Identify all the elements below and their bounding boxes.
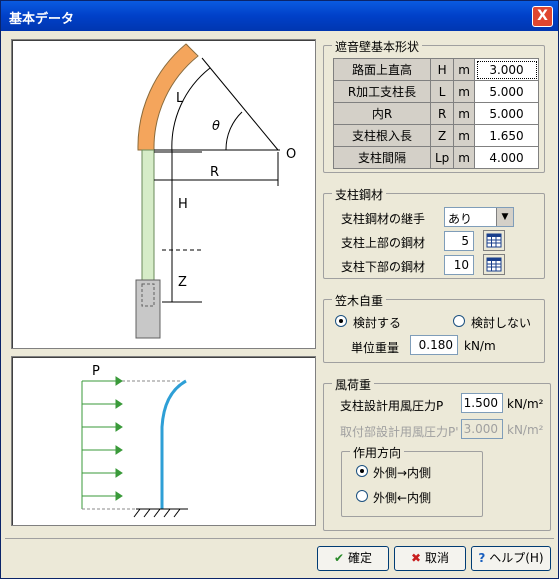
label-R: R [210, 165, 219, 180]
row-label: 支柱間隔 [333, 146, 431, 169]
steel-group-legend: 支柱鋼材 [332, 186, 387, 203]
wind-pressure-label: 支柱設計用風圧力P [340, 399, 444, 413]
post-profile [160, 379, 187, 509]
row-unit: m [453, 102, 475, 125]
radius-line-top [201, 57, 279, 151]
row-label: 内R [333, 102, 431, 125]
joint-select-value: あり [448, 212, 473, 226]
attach-pressure-input: 3.000 [461, 419, 503, 439]
row-label: 路面上直高 [333, 58, 431, 81]
unit-weight-unit: kN/m [464, 339, 496, 353]
direction-out-in-label[interactable]: 外側→内側 [373, 464, 431, 481]
direction-in-out-label[interactable]: 外側←内側 [373, 489, 431, 506]
row-unit: m [453, 124, 475, 147]
direction-in-out-radio[interactable] [356, 490, 368, 502]
title-bar: 基本データ X [1, 1, 558, 31]
spacing-value-cell[interactable]: 4.000 [474, 146, 539, 169]
length-arc [171, 67, 211, 153]
close-button[interactable]: X [532, 6, 553, 27]
label-L: L [176, 91, 184, 106]
lower-steel-input[interactable]: 10 [444, 255, 474, 275]
footing-base [135, 279, 161, 339]
table-icon [486, 233, 502, 248]
lower-steel-label: 支柱下部の鋼材 [341, 260, 426, 274]
direction-group-legend: 作用方向 [350, 444, 405, 461]
help-button-label: ヘルプ(H) [489, 551, 544, 565]
wind-group-legend: 風荷重 [332, 376, 375, 393]
wind-diagram-panel: P [11, 356, 316, 526]
upper-steel-label: 支柱上部の鋼材 [341, 236, 426, 250]
inner-r-value-cell[interactable]: 5.000 [474, 102, 539, 125]
curved-post-segment [137, 43, 198, 151]
button-separator [5, 538, 554, 539]
theta-arc [225, 111, 243, 151]
embed-length-value-cell[interactable]: 1.650 [474, 124, 539, 147]
table-row: 内R R m 5.000 [333, 102, 539, 125]
check-icon: ✔ [334, 551, 345, 565]
label-Z: Z [178, 275, 187, 290]
shape-diagram-panel: L θ O R H Z [11, 39, 316, 349]
wind-pressure-input[interactable]: 1.500 [461, 393, 503, 413]
upper-steel-input[interactable]: 5 [444, 231, 474, 251]
table-row: R加工支柱長 L m 5.000 [333, 80, 539, 103]
row-unit: m [453, 58, 475, 81]
table-row: 支柱間隔 Lp m 4.000 [333, 146, 539, 169]
row-symbol: Z [429, 124, 455, 147]
label-P: P [92, 364, 100, 379]
wind-diagram: P [81, 364, 188, 518]
upper-steel-picker-button[interactable] [483, 230, 505, 251]
ok-button[interactable]: ✔ 確定 [317, 546, 389, 571]
row-label: 支柱根入長 [333, 124, 431, 147]
attach-pressure-unit: kN/m² [507, 423, 544, 437]
no-check-radio[interactable] [453, 315, 465, 327]
help-button[interactable]: ? ヘルプ(H) [471, 546, 551, 571]
direction-group: 作用方向 [341, 444, 483, 517]
close-icon: X [537, 8, 548, 24]
no-check-radio-label[interactable]: 検討しない [471, 314, 531, 331]
wind-arrows [82, 376, 123, 501]
row-symbol: Lp [429, 146, 455, 169]
shape-diagram: L θ O R H Z [135, 43, 296, 339]
height-value-cell[interactable]: 3.000 [474, 58, 539, 81]
dialog-window: 基本データ X L θ O R H Z P 遮音壁基本形状 路面上直高 H m … [0, 0, 559, 579]
row-label: R加工支柱長 [333, 80, 431, 103]
row-symbol: R [429, 102, 455, 125]
row-unit: m [453, 80, 475, 103]
window-title: 基本データ [9, 12, 75, 27]
ground-hatch [133, 508, 181, 518]
table-row: 路面上直高 H m 3.000 [333, 58, 539, 81]
row-unit: m [453, 146, 475, 169]
lower-steel-picker-button[interactable] [483, 254, 505, 275]
joint-label: 支柱鋼材の継手 [341, 212, 426, 226]
label-theta: θ [212, 119, 220, 134]
table-icon [486, 257, 502, 272]
table-row: 支柱根入長 Z m 1.650 [333, 124, 539, 147]
cancel-button-label: 取消 [424, 551, 449, 565]
question-icon: ? [478, 551, 486, 565]
chevron-down-icon[interactable]: ▼ [496, 208, 513, 226]
row-symbol: H [429, 58, 455, 81]
shape-table: 路面上直高 H m 3.000 R加工支柱長 L m 5.000 内R R m … [333, 58, 539, 169]
ok-button-label: 確定 [347, 551, 372, 565]
cancel-button[interactable]: ✖ 取消 [394, 546, 466, 571]
weight-group-legend: 笠木自重 [332, 292, 387, 309]
wind-pressure-unit: kN/m² [507, 397, 544, 411]
check-radio[interactable] [335, 315, 347, 327]
direction-out-in-radio[interactable] [356, 465, 368, 477]
straight-post [141, 149, 155, 281]
unit-weight-input[interactable]: 0.180 [410, 335, 458, 355]
joint-select[interactable]: あり ▼ [444, 207, 514, 227]
row-symbol: L [429, 80, 455, 103]
cross-icon: ✖ [411, 551, 422, 565]
attach-pressure-label: 取付部設計用風圧力P' [340, 425, 459, 439]
unit-weight-label: 単位重量 [351, 341, 400, 355]
r-length-value-cell[interactable]: 5.000 [474, 80, 539, 103]
label-O: O [286, 147, 296, 162]
label-H: H [178, 197, 188, 212]
shape-group-legend: 遮音壁基本形状 [332, 38, 423, 55]
check-radio-label[interactable]: 検討する [353, 314, 401, 331]
